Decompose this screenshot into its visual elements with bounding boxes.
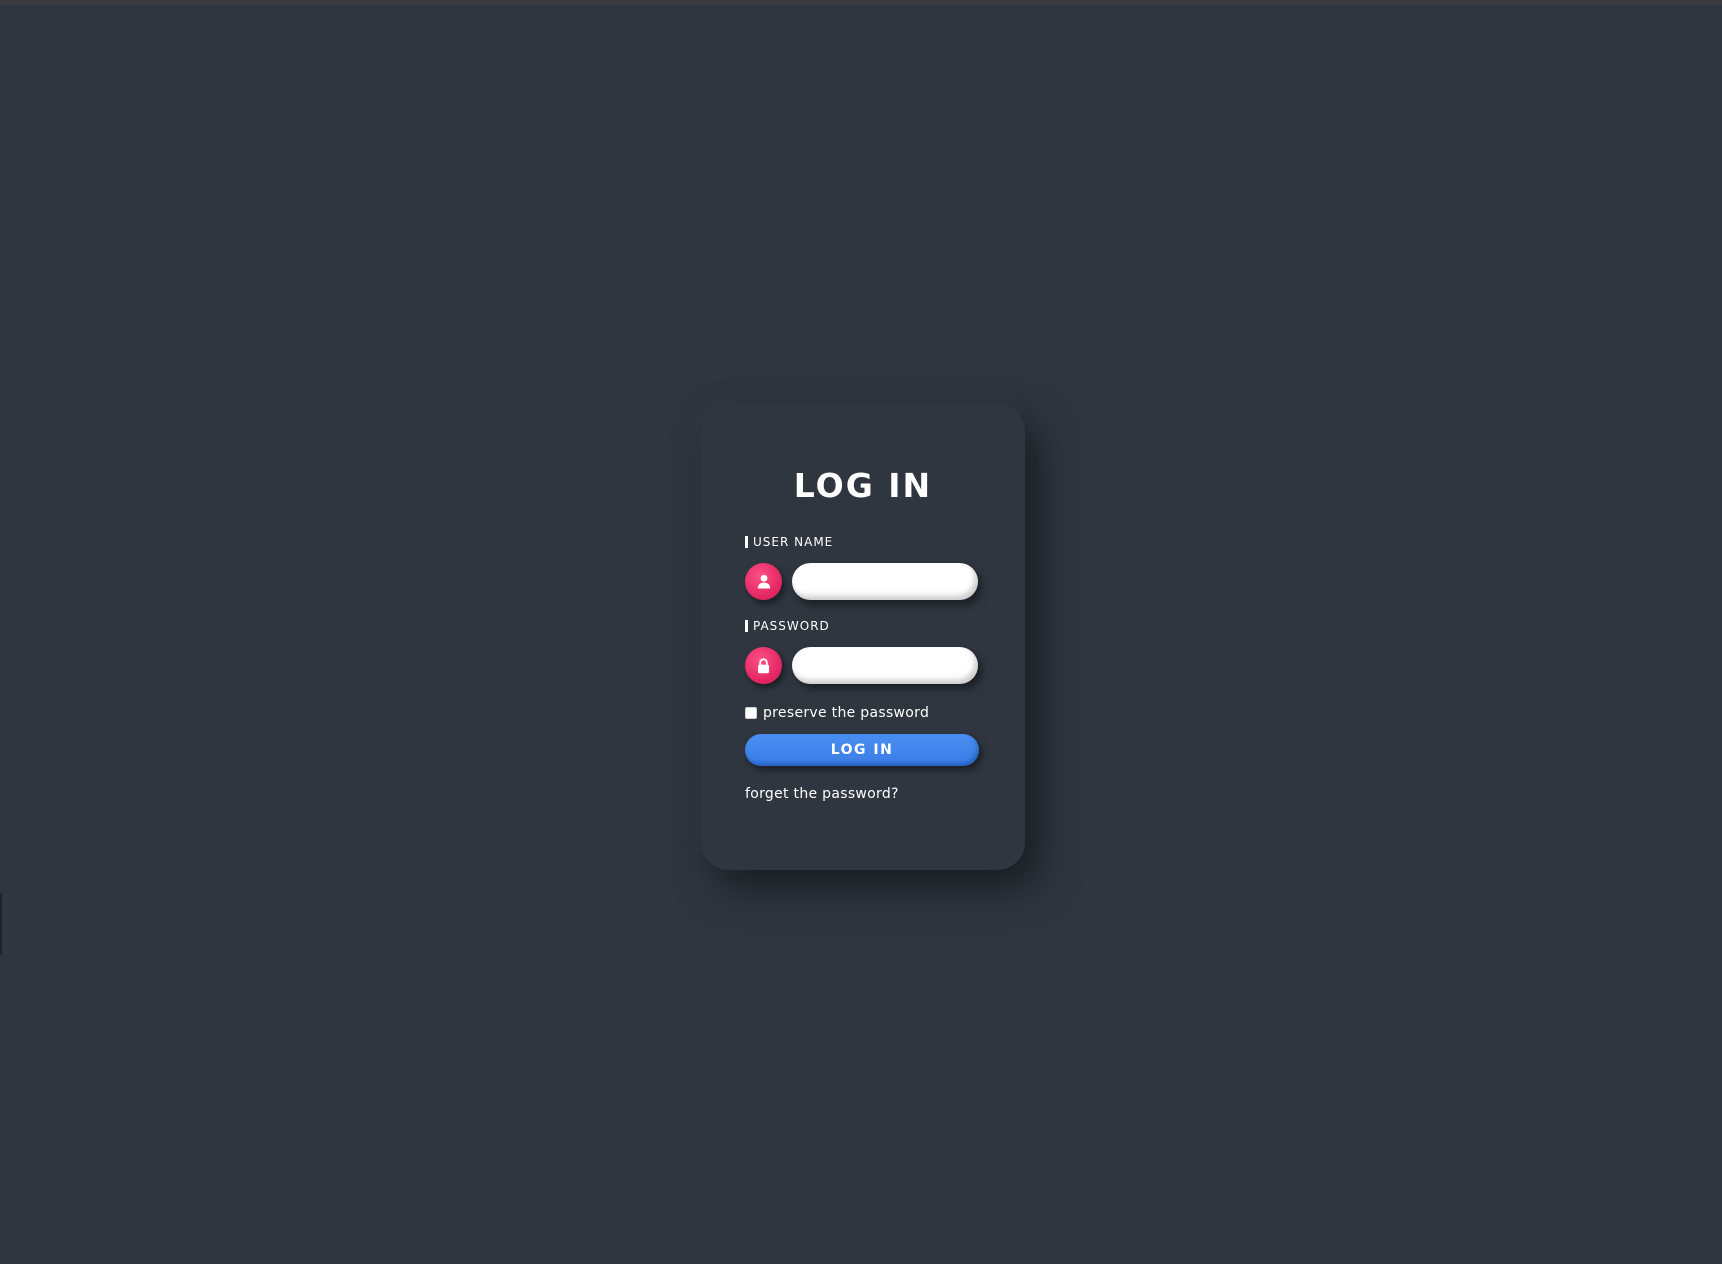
- top-border: [0, 0, 1722, 5]
- remember-option[interactable]: preserve the password: [745, 705, 929, 721]
- forgot-password-link[interactable]: forget the password?: [745, 786, 899, 802]
- lock-icon: [745, 647, 782, 684]
- login-button[interactable]: LOG IN: [745, 734, 979, 766]
- username-input[interactable]: [792, 563, 978, 600]
- login-card: LOG IN USER NAME PASSWORD preserve the p…: [701, 404, 1025, 870]
- username-label: USER NAME: [745, 536, 833, 548]
- window-edge: [0, 893, 2, 955]
- remember-checkbox[interactable]: [745, 707, 757, 719]
- password-label: PASSWORD: [745, 620, 830, 632]
- remember-label: preserve the password: [763, 705, 930, 721]
- password-input[interactable]: [792, 647, 978, 684]
- user-icon: [745, 563, 782, 600]
- page-title: LOG IN: [793, 466, 933, 505]
